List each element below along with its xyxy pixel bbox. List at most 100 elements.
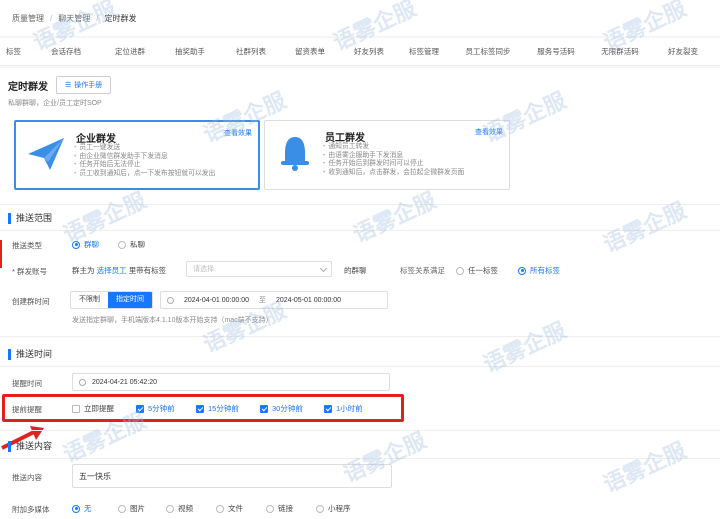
feature-tabs: 标签 会话存档 定位进群 抽奖助手 社群列表 留资表单 好友列表 标签管理 员工… [0, 38, 720, 66]
radio-label: 图片 [130, 504, 145, 513]
type-card-staff[interactable]: 员工群发 查看效果 通知员工转发 由语雾企服助手下发消息 任务开始后到群发时间可… [264, 120, 510, 190]
breadcrumb-item[interactable]: 聊天管理 [58, 13, 90, 24]
radio-indicator [118, 240, 126, 249]
left-edge-marker [0, 240, 2, 268]
radio-label: 群聊 [84, 240, 99, 249]
radio-media-file[interactable]: 文件 [216, 503, 243, 514]
radio-media-link[interactable]: 链接 [266, 503, 293, 514]
select-staff-link[interactable]: 选择员工 [97, 265, 127, 276]
manual-button-label: 操作手册 [74, 82, 103, 89]
view-effect-link[interactable]: 查看效果 [475, 127, 503, 137]
remind-time-label: 提醒时间 [12, 379, 42, 388]
feature-item: 由语雾企服助手下发消息 [323, 152, 464, 161]
feature-item: 由企业微信群发助手下发消息 [74, 153, 215, 162]
option-unlimited[interactable]: 不限制 [71, 292, 108, 308]
page-title: 定时群发 [8, 81, 48, 93]
group-chat-suffix: 的群聊 [344, 266, 367, 275]
radio-indicator [216, 504, 224, 513]
tab-item[interactable]: 服务号活码 [526, 46, 586, 57]
created-time-hint: 发送指定群聊，手机端版本4.1.10版本开始支持（mac端不支持） [72, 317, 273, 324]
divider [0, 204, 720, 205]
radio-indicator [118, 504, 126, 513]
type-card-features: 通知员工转发 由语雾企服助手下发消息 任务开始后到群发时间可以停止 收到通知后，… [323, 143, 464, 177]
tab-item[interactable]: 好友列表 [340, 46, 398, 57]
radio-label: 所有标签 [530, 266, 560, 275]
divider [0, 430, 720, 431]
feature-item: 员工收到通知后，点一下发布按钮就可以发出 [74, 170, 215, 179]
content-label: 推送内容 [12, 473, 42, 482]
push-type-label: 推送类型 [12, 241, 42, 250]
tab-item[interactable]: 标签管理 [398, 46, 450, 57]
radio-label: 无 [84, 504, 92, 513]
end-date[interactable]: 2024-05-01 00:00:00 [276, 297, 341, 304]
start-date[interactable]: 2024-04-01 00:00:00 [184, 297, 249, 304]
type-card-title: 员工群发 [325, 133, 365, 144]
radio-indicator [456, 266, 464, 275]
radio-group-chat[interactable]: 群聊 [72, 239, 99, 250]
bell-icon [281, 137, 309, 171]
range-separator: 至 [259, 297, 266, 304]
breadcrumb-item[interactable]: 质量管理 [12, 13, 44, 24]
divider [0, 458, 720, 459]
type-card-title: 企业群发 [76, 134, 116, 145]
tag-select[interactable]: 请选择 [186, 261, 332, 277]
title-row: 定时群发 ☰ 操作手册 [8, 76, 112, 94]
book-icon: ☰ [65, 82, 72, 89]
tab-item[interactable]: 留资表单 [280, 46, 340, 57]
content-textarea[interactable]: 五一快乐 [72, 464, 392, 488]
date-range-picker[interactable]: 2024-04-01 00:00:00 至 2024-05-01 00:00:0… [160, 291, 388, 309]
radio-indicator [72, 504, 80, 513]
tab-item[interactable]: 好友裂变 [654, 46, 712, 57]
radio-label: 私聊 [130, 240, 145, 249]
radio-media-miniprogram[interactable]: 小程序 [316, 503, 351, 514]
radio-all-tags[interactable]: 所有标签 [518, 265, 560, 276]
radio-media-video[interactable]: 视频 [166, 503, 193, 514]
tab-item[interactable]: 定位进群 [102, 46, 158, 57]
tab-item[interactable]: 员工标签同步 [450, 46, 526, 57]
radio-indicator [316, 504, 324, 513]
clock-icon [79, 378, 86, 386]
tag-relation-label: 标签关系满足 [400, 266, 445, 275]
tab-item[interactable]: 无限群活码 [586, 46, 654, 57]
radio-label: 文件 [228, 504, 243, 513]
radio-media-none[interactable]: 无 [72, 503, 92, 514]
type-card-enterprise[interactable]: 企业群发 查看效果 员工一键发送 由企业微信群发助手下发消息 任务开始后无法停止… [14, 120, 260, 190]
media-label: 附加多媒体 [12, 505, 50, 514]
manual-button[interactable]: ☰ 操作手册 [56, 76, 112, 94]
feature-item: 任务开始后无法停止 [74, 161, 215, 170]
page-subtitle: 私聊群聊，企业/员工定时SOP [8, 100, 102, 107]
radio-indicator [518, 266, 526, 275]
radio-indicator [266, 504, 274, 513]
section-heading-content: 推送内容 [8, 441, 52, 452]
radio-media-image[interactable]: 图片 [118, 503, 145, 514]
radio-label: 小程序 [328, 504, 351, 513]
breadcrumb-separator: / [50, 13, 53, 23]
view-effect-link[interactable]: 查看效果 [224, 128, 252, 138]
annotation-highlight-box [2, 394, 404, 422]
sender-prefix: 群主为 [72, 266, 95, 275]
radio-label: 视频 [178, 504, 193, 513]
sender-label: * 群发账号 [12, 267, 48, 276]
content-value: 五一快乐 [79, 471, 111, 481]
remind-time-picker[interactable]: 2024-04-21 05:42:20 [72, 373, 390, 391]
radio-any-tag[interactable]: 任一标签 [456, 265, 498, 276]
tab-item[interactable]: 标签 [0, 46, 30, 57]
tab-item[interactable]: 会话存档 [30, 46, 102, 57]
breadcrumb: 质量管理 / 聊天管理 / 定时群发 [0, 0, 720, 36]
main-card: 定时群发 ☰ 操作手册 私聊群聊，企业/员工定时SOP 企业群发 查看效果 员工… [0, 68, 720, 519]
feature-item: 收到通知后，点击群发，会拉起企微群发页面 [323, 169, 464, 178]
section-heading-scope: 推送范围 [8, 213, 52, 224]
section-heading-time: 推送时间 [8, 349, 52, 360]
tab-item[interactable]: 抽奖助手 [158, 46, 222, 57]
radio-indicator [72, 240, 80, 249]
radio-private-chat[interactable]: 私聊 [118, 239, 145, 250]
divider [0, 230, 720, 231]
tab-item[interactable]: 社群列表 [222, 46, 280, 57]
option-specified-time[interactable]: 指定时间 [108, 292, 152, 308]
type-card-features: 员工一键发送 由企业微信群发助手下发消息 任务开始后无法停止 员工收到通知后，点… [74, 144, 215, 178]
radio-label: 任一标签 [468, 266, 498, 275]
divider [0, 336, 720, 337]
clock-icon [167, 296, 174, 304]
divider [0, 366, 720, 367]
sender-description: 群主为 选择员工 里带有标签 [72, 265, 166, 276]
